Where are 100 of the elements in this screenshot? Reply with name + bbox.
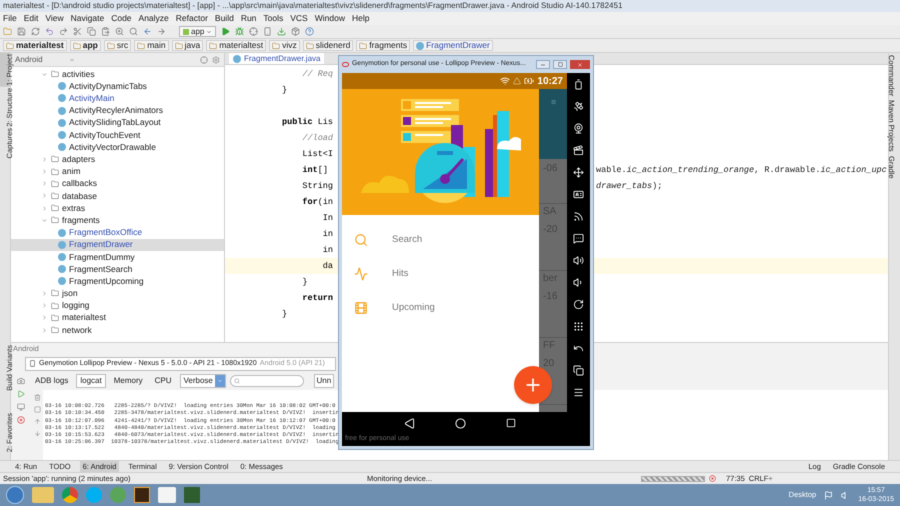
copy-icon[interactable] — [87, 27, 96, 36]
up-arrow-icon[interactable] — [34, 418, 40, 425]
redo-icon[interactable] — [59, 27, 68, 36]
tree-item[interactable]: callbacks — [11, 178, 224, 190]
screen-capture-icon[interactable] — [17, 403, 25, 411]
tree-item[interactable]: FragmentDummy — [11, 250, 224, 263]
browser-app-icon[interactable] — [62, 487, 78, 503]
breadcrumb-item[interactable]: app — [70, 40, 101, 51]
paste-icon[interactable] — [101, 27, 110, 36]
tree-item[interactable]: materialtest — [11, 312, 224, 324]
drawer-item[interactable]: Upcoming — [342, 291, 539, 325]
message-icon[interactable] — [573, 233, 584, 244]
minimize-button[interactable] — [536, 60, 550, 69]
breadcrumb-item[interactable]: vivz — [269, 40, 300, 51]
tree-item[interactable]: fragments — [11, 214, 224, 226]
breadcrumb-item[interactable]: src — [104, 40, 132, 51]
illustrator-app-icon[interactable] — [134, 487, 150, 503]
webcam-icon[interactable] — [573, 123, 584, 134]
battery-icon[interactable] — [573, 79, 584, 90]
camera-icon[interactable] — [17, 377, 25, 385]
back-icon[interactable] — [573, 343, 584, 354]
maximize-button[interactable] — [553, 60, 567, 69]
run-config-dropdown[interactable]: app — [179, 26, 216, 37]
menu-item[interactable]: Code — [111, 12, 132, 25]
editor-tab[interactable]: FragmentDrawer.java — [229, 53, 324, 64]
volume-up-icon[interactable] — [573, 255, 584, 266]
breadcrumb-item[interactable]: slidenerd — [302, 40, 354, 51]
tree-item[interactable]: activities — [11, 68, 224, 80]
menu-item[interactable]: Window — [314, 12, 345, 25]
tree-item[interactable]: FragmentDrawer — [11, 238, 224, 251]
home-icon[interactable] — [454, 418, 466, 428]
id-icon[interactable] — [573, 189, 584, 200]
back-icon[interactable] — [404, 418, 414, 428]
menu-item[interactable]: Help — [352, 12, 370, 25]
rotate-icon[interactable] — [573, 299, 584, 310]
move-icon[interactable] — [573, 167, 584, 178]
menu-item[interactable]: Build — [214, 12, 234, 25]
start-button[interactable] — [6, 486, 24, 504]
menu-item[interactable]: File — [3, 12, 17, 25]
tree-item[interactable]: FragmentUpcoming — [11, 275, 224, 288]
tree-item[interactable]: logging — [11, 300, 224, 312]
log-level-dropdown[interactable]: Verbose — [180, 374, 226, 388]
menu-item[interactable]: Run — [240, 12, 256, 25]
down-arrow-icon[interactable] — [34, 430, 40, 437]
log-search-field[interactable] — [230, 375, 304, 387]
run-icon[interactable] — [17, 390, 25, 398]
tree-item[interactable]: database — [11, 190, 224, 202]
recents-icon[interactable] — [506, 418, 516, 428]
menu-item[interactable]: Navigate — [70, 12, 104, 25]
tree-item[interactable]: extras — [11, 202, 224, 214]
run-icon[interactable] — [221, 27, 230, 36]
rss-icon[interactable] — [573, 211, 584, 222]
clear-icon[interactable] — [34, 394, 40, 401]
tree-item[interactable]: ActivityDynamicTabs — [11, 80, 224, 92]
wrap-icon[interactable] — [34, 406, 40, 413]
scroll-from-source-icon[interactable] — [200, 56, 208, 64]
save-icon[interactable] — [17, 27, 26, 36]
logcat-tab[interactable]: Memory — [110, 374, 147, 388]
attach-icon[interactable] — [249, 27, 258, 36]
recents-icon[interactable] — [573, 365, 584, 376]
tree-item[interactable]: ActivityMain — [11, 92, 224, 105]
tree-item[interactable]: ActivityRecylerAnimators — [11, 104, 224, 117]
breadcrumb-item[interactable]: java — [172, 40, 204, 51]
breadcrumb-item[interactable]: FragmentDrawer — [413, 40, 493, 51]
sync-gradle-icon[interactable] — [277, 27, 286, 36]
breadcrumb-item[interactable]: main — [134, 40, 169, 51]
tree-item[interactable]: json — [11, 287, 224, 300]
menu-item[interactable]: View — [45, 12, 64, 25]
open-folder-icon[interactable] — [3, 27, 12, 36]
tree-item[interactable]: ActivityTouchEvent — [11, 128, 224, 142]
drawer-item[interactable]: Search — [342, 223, 539, 257]
drawer-item[interactable]: Hits — [342, 257, 539, 291]
forward-icon[interactable] — [157, 27, 166, 36]
settings-icon[interactable] — [212, 56, 220, 64]
tree-item[interactable]: adapters — [11, 153, 224, 166]
clapperboard-icon[interactable] — [573, 145, 584, 156]
sdk-manager-icon[interactable] — [291, 27, 300, 36]
logcat-tab[interactable]: ADB logs — [31, 374, 72, 388]
menu-icon[interactable] — [573, 387, 584, 398]
tree-item[interactable]: FragmentSearch — [11, 263, 224, 276]
stop-icon[interactable] — [17, 416, 25, 424]
device-icon[interactable] — [263, 27, 272, 36]
filter-dropdown[interactable]: Unn — [314, 374, 334, 388]
flag-icon[interactable] — [824, 490, 834, 500]
tree-item[interactable]: network — [11, 324, 224, 336]
menu-item[interactable]: VCS — [290, 12, 308, 25]
debug-icon[interactable] — [235, 27, 244, 36]
menu-item[interactable]: Edit — [24, 12, 38, 25]
breadcrumb-item[interactable]: materialtest — [206, 40, 266, 51]
dots-icon[interactable] — [573, 321, 584, 332]
tree-item[interactable]: ActivitySlidingTabLayout — [11, 116, 224, 129]
breadcrumb-item[interactable]: materialtest — [3, 40, 67, 51]
search-icon[interactable] — [129, 27, 138, 36]
cancel-icon[interactable] — [709, 475, 716, 482]
menu-item[interactable]: Refactor — [176, 12, 208, 25]
undo-icon[interactable] — [45, 27, 54, 36]
logcat-tab[interactable]: CPU — [150, 374, 176, 388]
help-icon[interactable] — [305, 27, 314, 36]
menu-item[interactable]: Analyze — [138, 12, 169, 25]
logcat-tab[interactable]: logcat — [76, 374, 106, 388]
